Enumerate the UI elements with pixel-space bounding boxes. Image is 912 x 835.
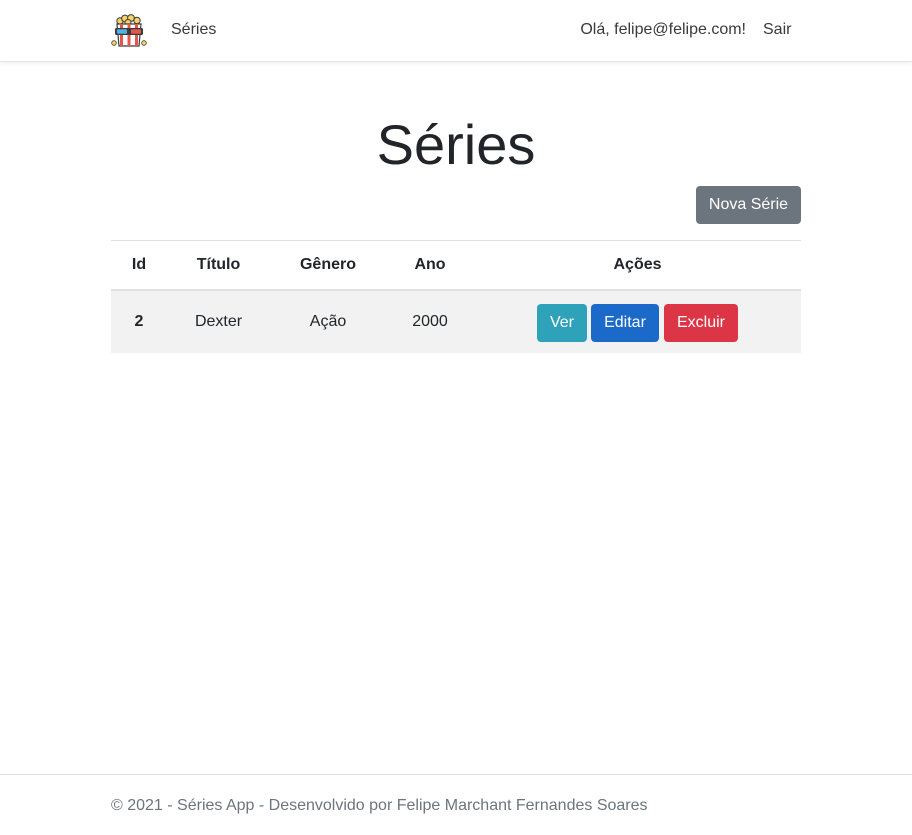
row-year: 2000 [412, 313, 448, 330]
navbar: Séries Olá, felipe@felipe.com! Sair [0, 0, 912, 62]
popcorn-3d-glasses-icon[interactable] [111, 13, 147, 49]
series-table: Id Título Gênero Ano Ações 2 Dexter Ação… [111, 240, 801, 353]
new-series-button[interactable]: Nova Série [696, 186, 801, 224]
logout-link[interactable]: Sair [763, 21, 791, 39]
header-genre: Gênero [299, 256, 356, 273]
footer-copyright: © 2021 - Séries App - Desenvolvido por F… [111, 797, 648, 814]
header-title: Título [196, 256, 241, 273]
nav-series-link[interactable]: Séries [171, 21, 216, 39]
delete-button[interactable]: Excluir [664, 304, 738, 342]
row-genre: Ação [309, 313, 347, 330]
header-actions: Ações [613, 256, 662, 273]
table-header: Id Título Gênero Ano Ações [111, 241, 801, 291]
view-button[interactable]: Ver [537, 304, 587, 342]
footer: © 2021 - Séries App - Desenvolvido por F… [0, 774, 912, 835]
page-title: Séries [376, 113, 536, 176]
header-id: Id [131, 256, 147, 273]
row-title: Dexter [194, 313, 243, 330]
row-id: 2 [134, 313, 144, 330]
user-greeting: Olá, felipe@felipe.com! [580, 21, 746, 38]
header-year: Ano [414, 256, 446, 273]
edit-button[interactable]: Editar [591, 304, 659, 342]
